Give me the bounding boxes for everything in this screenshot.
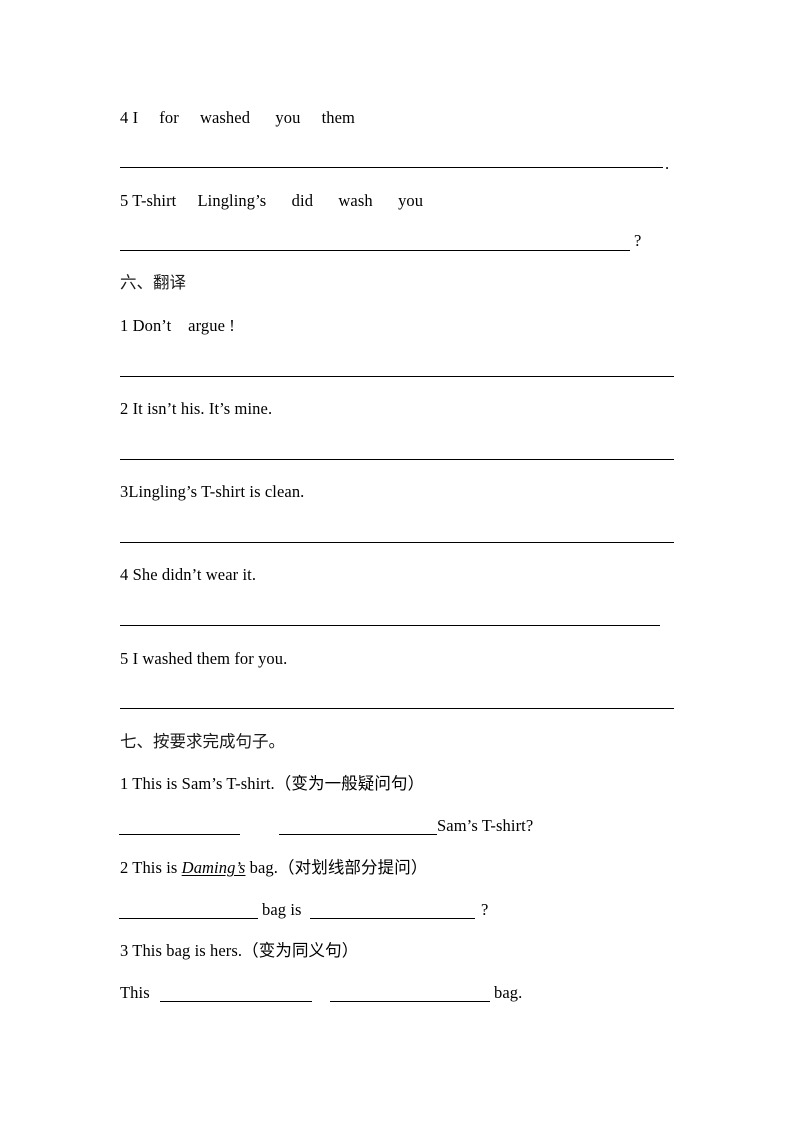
section-seven-item-2-sentence-suffix: bag. — [245, 858, 279, 877]
section-seven-item-2-instruction: （对划线部分提问） — [278, 858, 428, 877]
reorder-item-5-words: 5 T-shirt Lingling’s did wash you — [120, 191, 424, 210]
section-seven-item-3-blank-2[interactable] — [330, 1001, 490, 1002]
section-six-item-2-sentence: 2 It isn’t his. It’s mine. — [120, 399, 273, 418]
section-six-item-5-answer-rule[interactable] — [120, 708, 674, 709]
section-seven-item-2-sentence-prefix: 2 This is — [120, 858, 182, 877]
section-seven-item-2-answer-middle: bag is — [262, 900, 302, 919]
reorder-item-5-answer-rule[interactable] — [120, 250, 630, 251]
section-six-item-1-answer-rule[interactable] — [120, 376, 674, 377]
section-six-item-4-sentence: 4 She didn’t wear it. — [120, 565, 257, 584]
section-seven-item-2-underlined-phrase: Daming’s — [181, 858, 246, 877]
section-seven-item-1-answer-tail: Sam’s T-shirt? — [437, 816, 534, 835]
section-six-item-4-answer-rule[interactable] — [120, 625, 660, 626]
section-six-item-2-answer-rule[interactable] — [120, 459, 674, 460]
section-seven-item-2-blank-1[interactable] — [119, 918, 258, 919]
section-seven-item-1-blank-2[interactable] — [279, 834, 437, 835]
section-seven-item-3-blank-1[interactable] — [160, 1001, 312, 1002]
section-seven-item-3-answer-lead: This — [120, 983, 150, 1002]
section-seven-item-2-blank-2[interactable] — [310, 918, 475, 919]
reorder-item-5-end-punctuation: ? — [634, 231, 642, 250]
section-seven-item-1-blank-1[interactable] — [119, 834, 240, 835]
worksheet-page: 4 I for washed you them . 5 T-shirt Ling… — [0, 0, 794, 1123]
section-six-item-5-sentence: 5 I washed them for you. — [120, 649, 288, 668]
section-seven-item-2-answer-tail: ? — [481, 900, 489, 919]
section-seven-item-3-prompt: 3 This bag is hers.（变为同义句） — [120, 941, 358, 961]
section-six-heading: 六、翻译 — [120, 273, 186, 292]
section-seven-item-1-instruction: （变为一般疑问句） — [274, 774, 425, 793]
reorder-item-4-answer-rule[interactable] — [120, 167, 663, 168]
reorder-item-4-end-punctuation: . — [665, 154, 670, 173]
section-six-item-1-sentence: 1 Don’t argue ! — [120, 316, 235, 335]
section-six-item-3-sentence: 3Lingling’s T-shirt is clean. — [120, 482, 305, 501]
section-seven-item-1-prompt: 1 This is Sam’s T-shirt.（变为一般疑问句） — [120, 774, 424, 794]
section-seven-heading: 七、按要求完成句子。 — [120, 732, 285, 751]
section-six-item-3-answer-rule[interactable] — [120, 542, 674, 543]
section-seven-item-3-instruction: （变为同义句） — [242, 941, 359, 960]
section-seven-item-1-sentence: 1 This is Sam’s T-shirt. — [120, 774, 275, 793]
reorder-item-4-words: 4 I for washed you them — [120, 108, 355, 127]
section-seven-item-3-answer-tail: bag. — [494, 983, 523, 1002]
section-seven-item-3-sentence: 3 This bag is hers. — [120, 941, 243, 960]
section-seven-item-2-prompt: 2 This is Daming’s bag.（对划线部分提问） — [120, 858, 427, 878]
